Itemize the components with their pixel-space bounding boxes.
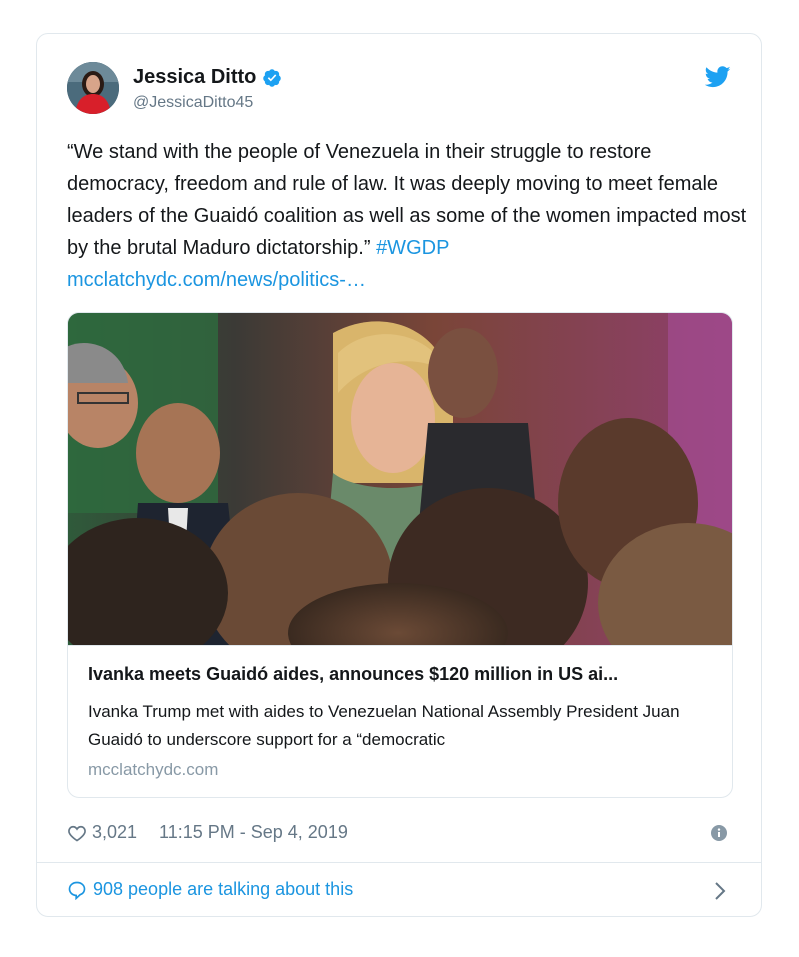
avatar[interactable] (67, 62, 119, 114)
preview-domain: mcclatchydc.com (88, 760, 219, 779)
twitter-bird-icon[interactable] (705, 66, 731, 88)
preview-image (68, 313, 732, 645)
tweet-text: “We stand with the people of Venezuela i… (67, 136, 747, 296)
reply-bubble-icon (68, 881, 86, 900)
hashtag-link[interactable]: #WGDP (376, 237, 449, 259)
tweet-card: Jessica Ditto @JessicaDitto45 “We stand … (36, 33, 762, 917)
timestamp[interactable]: 11:15 PM - Sep 4, 2019 (159, 822, 348, 843)
url-link[interactable]: mcclatchydc.com/news/politics-… (67, 269, 366, 291)
heart-icon[interactable] (67, 823, 87, 843)
link-preview-card[interactable]: Ivanka meets Guaidó aides, announces $12… (67, 312, 733, 798)
author-name[interactable]: Jessica Ditto (133, 66, 256, 89)
preview-text: Ivanka meets Guaidó aides, announces $12… (68, 645, 732, 797)
divider (37, 862, 761, 863)
conversation-link[interactable]: 908 people are talking about this (67, 879, 353, 900)
tweet-meta: 3,021 11:15 PM - Sep 4, 2019 (67, 822, 348, 843)
author-handle[interactable]: @JessicaDitto45 (133, 94, 253, 112)
verified-badge-icon (263, 68, 282, 87)
conversation-text[interactable]: 908 people are talking about this (93, 879, 353, 900)
chevron-right-icon[interactable] (713, 881, 727, 901)
info-icon[interactable] (711, 825, 727, 841)
author-row: Jessica Ditto (133, 66, 282, 89)
preview-title[interactable]: Ivanka meets Guaidó aides, announces $12… (88, 664, 718, 685)
like-count[interactable]: 3,021 (92, 822, 137, 843)
preview-description: Ivanka Trump met with aides to Venezuela… (88, 702, 680, 749)
